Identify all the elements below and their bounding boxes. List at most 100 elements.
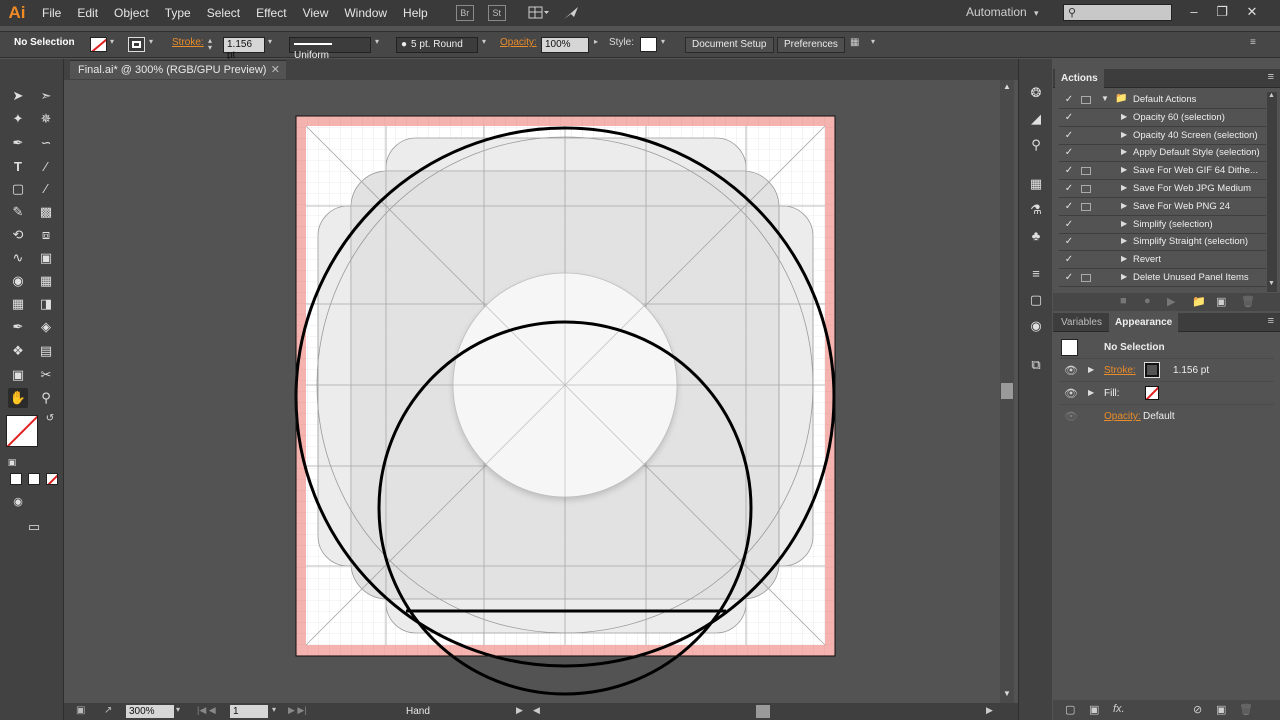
eye-icon[interactable]: 👁	[1064, 410, 1078, 423]
check-icon[interactable]: ✓	[1062, 183, 1076, 194]
check-icon[interactable]: ✓	[1062, 94, 1076, 105]
expand-triangle-icon[interactable]: ▶	[1121, 254, 1127, 263]
none-mode-button[interactable]	[46, 473, 58, 485]
action-row[interactable]: ✓ ▶ Revert	[1059, 252, 1266, 270]
menu-select[interactable]: Select	[199, 0, 248, 26]
layers-grid-icon[interactable]: ▦	[1026, 175, 1046, 193]
delete-icon[interactable]: 🗑	[1239, 703, 1253, 716]
expand-triangle-icon[interactable]: ▶	[1088, 365, 1094, 374]
action-row[interactable]: ✓ ▶ Delete Unused Panel Items	[1059, 270, 1266, 287]
clear-appearance-icon[interactable]: ⊘	[1193, 703, 1202, 716]
restore-button[interactable]: ❐	[1211, 3, 1233, 21]
menu-help[interactable]: Help	[395, 0, 436, 26]
last-artboard-icon[interactable]: ▶ ▶|	[288, 705, 307, 716]
symbol-sprayer-tool-icon[interactable]: ❖	[8, 341, 28, 361]
scroll-left-icon[interactable]: ◀	[533, 705, 540, 716]
stroke-weight-field[interactable]: 1.156 pt	[223, 37, 265, 61]
action-row[interactable]: ✓ ▶ Simplify Straight (selection)	[1059, 234, 1266, 252]
check-icon[interactable]: ✓	[1062, 112, 1076, 123]
gradient-mode-button[interactable]	[28, 473, 40, 485]
chevron-down-icon[interactable]: ▾	[110, 37, 114, 53]
scroll-right-icon[interactable]: ▶	[986, 705, 993, 716]
new-action-icon[interactable]: ▣	[1216, 295, 1226, 308]
chevron-down-icon[interactable]: ▾	[176, 705, 180, 714]
menu-effect[interactable]: Effect	[248, 0, 294, 26]
color-guide-icon[interactable]: ❂	[1026, 84, 1046, 102]
curvature-tool-icon[interactable]: ∽	[36, 133, 56, 153]
style-swatch[interactable]	[640, 37, 657, 52]
chevron-down-icon[interactable]: ▾	[272, 705, 276, 714]
chevron-down-icon[interactable]: ▾	[268, 37, 272, 53]
expand-triangle-icon[interactable]: ▶	[1121, 272, 1127, 281]
actions-scrollbar[interactable]: ▲ ▼	[1267, 92, 1277, 292]
panel-menu-icon[interactable]: ≡	[1268, 71, 1274, 83]
shape-builder-tool-icon[interactable]: ◉	[8, 271, 28, 291]
brushes-icon[interactable]: ◢	[1026, 110, 1046, 128]
arrange-icon[interactable]: ▦	[850, 37, 859, 53]
hand-tool-icon[interactable]: ✋	[8, 388, 28, 408]
perspective-grid-tool-icon[interactable]: ▦	[36, 271, 56, 291]
eye-icon[interactable]: 👁	[1064, 387, 1078, 400]
fill-label[interactable]: Fill:	[1104, 388, 1120, 399]
stroke-profile-select[interactable]: Uniform	[289, 37, 371, 61]
eye-icon[interactable]: 👁	[1064, 364, 1078, 377]
bridge-icon[interactable]: Br	[455, 5, 474, 21]
minimize-button[interactable]: –	[1183, 3, 1205, 21]
menu-edit[interactable]: Edit	[69, 0, 106, 26]
expand-triangle-icon[interactable]: ▶	[1121, 219, 1127, 228]
draw-mode-icon[interactable]: ◉	[8, 492, 28, 512]
menu-window[interactable]: Window	[336, 0, 395, 26]
opacity-label[interactable]: Opacity:	[500, 37, 537, 53]
share-icon[interactable]: ↗	[104, 705, 112, 716]
stroke-label[interactable]: Stroke:	[172, 37, 204, 53]
dialog-toggle-icon[interactable]	[1081, 167, 1091, 176]
chevron-right-icon[interactable]: ▸	[594, 37, 598, 53]
chevron-down-icon[interactable]: ▾	[482, 37, 486, 53]
chevron-down-icon[interactable]: ▾	[375, 37, 379, 53]
appearance-stroke-row[interactable]: 👁 ▶ Stroke: 1.156 pt	[1059, 360, 1274, 382]
panel-menu-icon[interactable]: ≡	[1268, 315, 1274, 327]
search-input[interactable]: ⚲	[1063, 4, 1172, 21]
scroll-down-icon[interactable]: ▼	[1003, 689, 1011, 698]
tab-appearance[interactable]: Appearance	[1109, 313, 1179, 332]
paintbrush-tool-icon[interactable]: ∕	[36, 179, 56, 199]
transparency-icon[interactable]: ◉	[1026, 317, 1046, 335]
eyedropper-tool-icon[interactable]: ✒	[8, 317, 28, 337]
opacity-field[interactable]: 100%	[541, 37, 589, 53]
action-row[interactable]: ✓ ▶ Save For Web PNG 24	[1059, 199, 1266, 216]
panel-menu-icon[interactable]: ≡	[1250, 37, 1256, 53]
fill-color-box[interactable]	[6, 415, 38, 447]
slice-tool-icon[interactable]: ✂	[36, 365, 56, 385]
symbols-icon[interactable]: ⚗	[1026, 201, 1046, 219]
line-tool-icon[interactable]: ∕	[36, 157, 56, 177]
menu-type[interactable]: Type	[157, 0, 199, 26]
zoom-tool-icon[interactable]: ⚲	[36, 388, 56, 408]
expand-triangle-icon[interactable]: ▼	[1101, 94, 1109, 103]
expand-triangle-icon[interactable]: ▶	[1121, 201, 1127, 210]
check-icon[interactable]: ✓	[1062, 219, 1076, 230]
status-menu-icon[interactable]: ▶	[516, 705, 523, 716]
menu-file[interactable]: File	[34, 0, 69, 26]
document-setup-button[interactable]: Document Setup	[685, 37, 774, 53]
check-icon[interactable]: ✓	[1062, 201, 1076, 212]
direct-selection-tool-icon[interactable]: ➣	[36, 86, 56, 106]
stroke-color-swatch[interactable]	[1144, 362, 1160, 378]
appearance-opacity-row[interactable]: 👁 Opacity: Default	[1059, 406, 1274, 428]
gradient-tool-icon[interactable]: ◨	[36, 294, 56, 314]
align-icon[interactable]: ≡	[1026, 265, 1046, 283]
check-icon[interactable]: ✓	[1062, 272, 1076, 283]
vertical-scrollbar[interactable]: ▲ ▼	[1000, 80, 1014, 703]
lasso-tool-icon[interactable]: ✵	[36, 109, 56, 129]
selection-tool-icon[interactable]: ➤	[8, 86, 28, 106]
record-icon[interactable]: ●	[1144, 295, 1151, 307]
blend-tool-icon[interactable]: ◈	[36, 317, 56, 337]
duplicate-item-icon[interactable]: ▣	[1216, 703, 1226, 716]
default-colors-icon[interactable]: ▣	[2, 452, 22, 472]
artboard[interactable]	[294, 115, 836, 696]
artboard-number-field[interactable]: 1	[230, 705, 268, 718]
horizontal-scroll-thumb[interactable]	[756, 705, 770, 718]
rotate-tool-icon[interactable]: ⟲	[8, 225, 28, 245]
stop-icon[interactable]: ■	[1120, 295, 1127, 307]
check-icon[interactable]: ✓	[1062, 165, 1076, 176]
club-icon[interactable]: ♣	[1026, 227, 1046, 245]
